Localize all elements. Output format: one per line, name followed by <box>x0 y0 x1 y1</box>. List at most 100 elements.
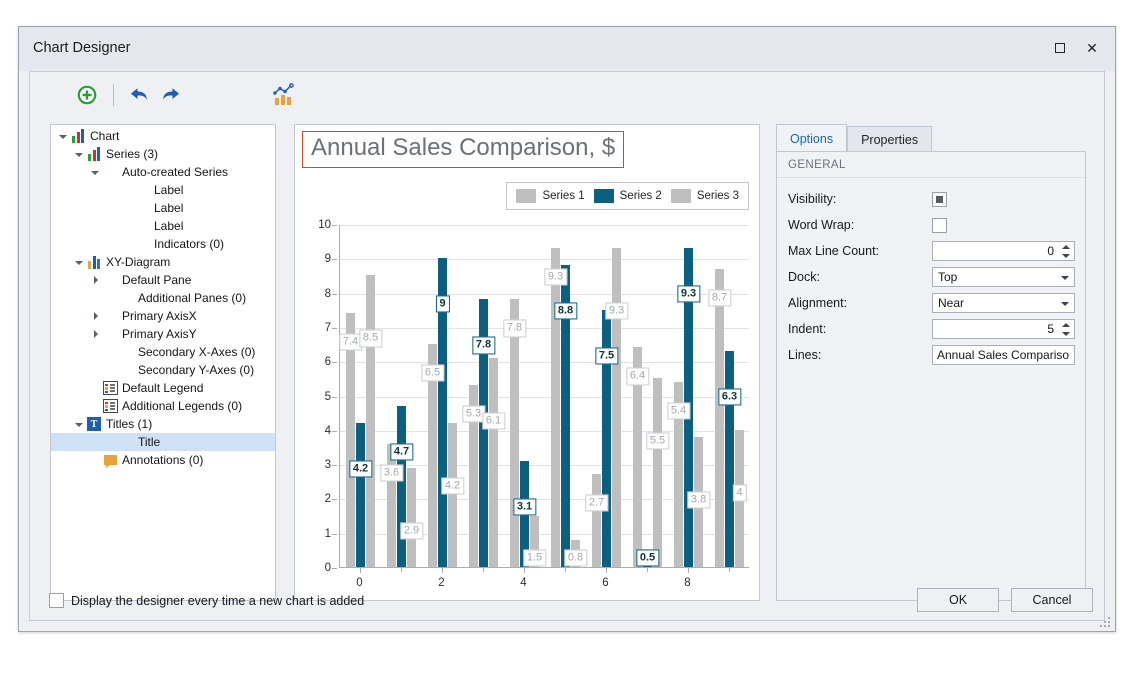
undo-button[interactable] <box>126 82 152 108</box>
tree-node[interactable]: Chart <box>51 127 275 145</box>
bar[interactable] <box>407 467 416 567</box>
combobox-dock[interactable]: Top <box>932 267 1075 287</box>
chart-type-button[interactable] <box>270 80 300 110</box>
bar[interactable] <box>366 275 375 567</box>
y-axis-tick-mark <box>332 327 337 329</box>
ok-button[interactable]: OK <box>917 588 999 612</box>
bar[interactable] <box>346 313 355 567</box>
spinner-indent[interactable] <box>932 319 1075 339</box>
chevron-down-icon[interactable] <box>57 127 70 145</box>
tree-node[interactable]: Additional Panes (0) <box>51 289 275 307</box>
data-label: 4 <box>732 484 747 502</box>
bar[interactable] <box>653 378 662 567</box>
tree-node-icon-empty <box>134 218 150 234</box>
textbox-input-lines[interactable] <box>933 346 1074 364</box>
tree-node[interactable]: Annotations (0) <box>51 451 275 469</box>
data-label: 8.8 <box>553 302 578 320</box>
data-label: 3.1 <box>512 498 537 516</box>
tab-options[interactable]: Options <box>776 124 848 152</box>
chevron-down-icon[interactable] <box>73 253 86 271</box>
chevron-down-icon[interactable] <box>73 415 86 433</box>
chart-legend[interactable]: Series 1 Series 2 Series 3 <box>506 182 749 210</box>
chevron-down-icon[interactable] <box>73 145 86 163</box>
properties-panel: Options Properties GENERAL Visibility: Wor… <box>776 124 1086 601</box>
chevron-right-icon[interactable] <box>89 325 102 343</box>
y-axis: 0 1 2 3 4 5 6 7 8 9 10 <box>311 219 337 574</box>
tree-node[interactable]: Series (3) <box>51 145 275 163</box>
bar[interactable] <box>489 357 498 567</box>
bar[interactable] <box>715 268 724 567</box>
tree-node[interactable]: Label <box>51 217 275 235</box>
spinner-up-icon[interactable] <box>1061 245 1070 250</box>
x-axis-tick-mark <box>441 568 443 573</box>
bar[interactable] <box>551 248 560 567</box>
show-designer-checkbox-box[interactable] <box>49 593 64 608</box>
property-control-wrapper: Near <box>932 293 1075 313</box>
combobox-alignment[interactable]: Near <box>932 293 1075 313</box>
chart-title-selection[interactable]: Annual Sales Comparison, $ <box>302 131 625 168</box>
tree-node[interactable]: Primary AxisX <box>51 307 275 325</box>
bar[interactable] <box>397 405 406 567</box>
legend-item-series-2[interactable]: Series 2 <box>593 189 662 203</box>
checkbox-word-wrap[interactable] <box>932 217 947 233</box>
tree-node-label: Chart <box>90 129 120 143</box>
screenshot-root: Chart Designer ✕ Chart Series (3) Auto-c… <box>0 0 1135 673</box>
chevron-right-icon[interactable] <box>89 307 102 325</box>
tree-node[interactable]: Default Legend <box>51 379 275 397</box>
property-control-wrapper: Top <box>932 267 1075 287</box>
tree-node[interactable]: Secondary X-Axes (0) <box>51 343 275 361</box>
legend-item-series-3[interactable]: Series 3 <box>670 189 739 203</box>
property-rows: Visibility: Word Wrap: Max Line Count: Dock… <box>777 178 1085 368</box>
tree-node[interactable]: Additional Legends (0) <box>51 397 275 415</box>
tree-list: Chart Series (3) Auto-created Series Label L… <box>51 125 275 469</box>
bar[interactable] <box>356 422 365 567</box>
chevron-down-icon[interactable] <box>1061 276 1069 280</box>
bar[interactable] <box>725 350 734 567</box>
add-icon <box>77 85 97 105</box>
y-axis-tick-mark <box>332 430 337 432</box>
resize-grip[interactable] <box>1100 617 1111 628</box>
tree-node[interactable]: Label <box>51 181 275 199</box>
tree-node[interactable]: XY-Diagram <box>51 253 275 271</box>
legend-item-series-1[interactable]: Series 1 <box>516 189 585 203</box>
y-axis-tick-label: 10 <box>318 219 331 231</box>
chevron-right-icon[interactable] <box>89 271 102 289</box>
tree-node[interactable]: Secondary Y-Axes (0) <box>51 361 275 379</box>
bar[interactable] <box>510 299 519 567</box>
spinner-input-max-line-count[interactable] <box>933 242 1074 260</box>
tree-node[interactable]: Indicators (0) <box>51 235 275 253</box>
chevron-down-icon[interactable] <box>89 163 102 181</box>
tree-node[interactable]: Auto-created Series <box>51 163 275 181</box>
show-designer-checkbox[interactable]: Display the designer every time a new ch… <box>49 593 364 608</box>
tree-node[interactable]: Default Pane <box>51 271 275 289</box>
maximize-icon <box>1055 43 1065 53</box>
spinner-down-icon[interactable] <box>1061 253 1070 258</box>
spinner-up-icon[interactable] <box>1061 323 1070 328</box>
tree-node-label: Label <box>154 219 184 233</box>
tree-node-label: Additional Legends (0) <box>122 399 243 413</box>
redo-button[interactable] <box>158 82 184 108</box>
bar[interactable] <box>387 443 396 567</box>
maximize-button[interactable] <box>1045 35 1075 61</box>
chevron-down-icon[interactable] <box>1061 302 1069 306</box>
tree-node[interactable]: Primary AxisY <box>51 325 275 343</box>
element-tree[interactable]: Chart Series (3) Auto-created Series Label L… <box>50 124 276 601</box>
close-button[interactable]: ✕ <box>1077 35 1107 61</box>
spinner-max-line-count[interactable] <box>932 241 1075 261</box>
data-label: 2.7 <box>584 494 609 512</box>
bar[interactable] <box>612 248 621 567</box>
tree-node[interactable]: Label <box>51 199 275 217</box>
cancel-button[interactable]: Cancel <box>1011 588 1093 612</box>
legend-icon <box>102 398 118 414</box>
textbox-lines[interactable] <box>932 345 1075 365</box>
add-button[interactable] <box>74 82 100 108</box>
tab-properties[interactable]: Properties <box>847 126 933 152</box>
spinner-input-indent[interactable] <box>933 320 1074 338</box>
tree-node[interactable]: Title <box>51 433 275 451</box>
bar[interactable] <box>448 422 457 567</box>
spinner-down-icon[interactable] <box>1061 331 1070 336</box>
checkbox-visibility[interactable] <box>932 191 947 207</box>
tree-node[interactable]: T Titles (1) <box>51 415 275 433</box>
bar[interactable] <box>592 474 601 567</box>
y-axis-tick-mark <box>332 568 337 569</box>
